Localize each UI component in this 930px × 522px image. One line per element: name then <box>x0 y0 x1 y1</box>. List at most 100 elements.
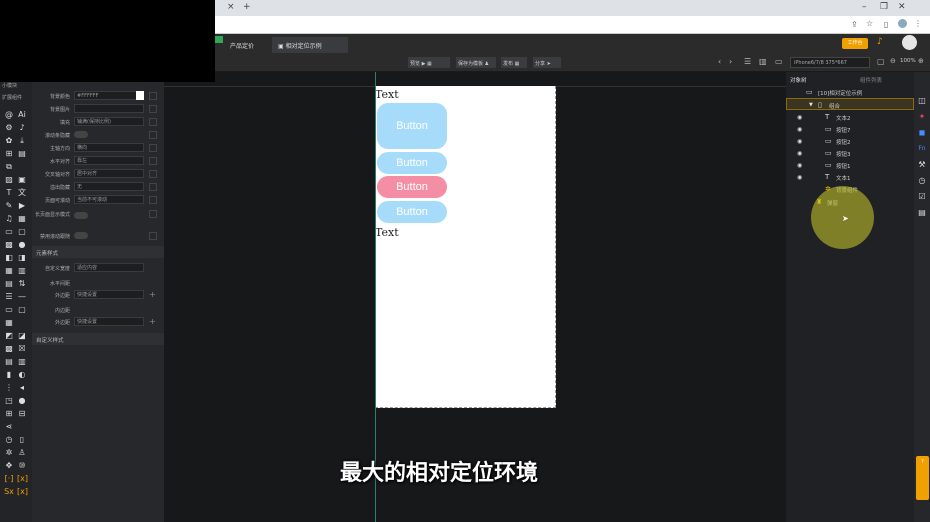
eye-icon[interactable]: ◉ <box>797 174 802 181</box>
eye-icon[interactable]: ◉ <box>797 150 802 157</box>
save-template-button[interactable]: 保存为模板 ♟ <box>456 57 496 68</box>
avatar[interactable] <box>898 19 907 28</box>
link-icon[interactable] <box>149 210 157 218</box>
sort-icon[interactable]: ⇅ <box>17 279 27 289</box>
share-icon[interactable]: ⇪ <box>851 20 858 29</box>
panel-a-icon[interactable]: ◩ <box>4 331 14 341</box>
close-window-icon[interactable]: ✕ <box>898 2 906 12</box>
margin-quick-select[interactable]: 快捷设置 <box>74 290 144 299</box>
redo-icon[interactable]: › <box>729 57 732 66</box>
check-icon[interactable]: ☑ <box>917 192 927 202</box>
button-element[interactable]: Button <box>377 152 447 174</box>
tool-icon[interactable]: ⚒ <box>917 160 927 170</box>
phone-page[interactable]: Text Button Button Button Button Text <box>375 86 556 408</box>
main-axis-select[interactable]: 横向 <box>74 143 144 152</box>
close-box-icon[interactable]: ☒ <box>17 344 27 354</box>
overflow-select[interactable]: 无 <box>74 182 144 191</box>
tree-item[interactable]: ◉ T 文本2 <box>786 111 914 123</box>
sidebar-icon[interactable]: ▯ <box>884 20 888 29</box>
share-button[interactable]: 分享 ➤ <box>533 57 561 68</box>
tree-item[interactable]: ◉ T 文本1 <box>786 171 914 183</box>
message-icon[interactable]: ◼ <box>917 128 927 138</box>
bracket-icon[interactable]: [·] <box>4 474 14 484</box>
table-icon[interactable]: ▤ <box>17 149 27 159</box>
plus-box-icon[interactable]: ⊞ <box>4 149 14 159</box>
window-icon[interactable]: ▢ <box>17 305 27 315</box>
scrollbar-toggle[interactable] <box>74 131 88 138</box>
eye-icon[interactable]: ◉ <box>797 126 802 133</box>
chat-icon[interactable]: ● <box>17 240 27 250</box>
move-icon[interactable]: ✥ <box>4 461 14 471</box>
link-icon[interactable] <box>149 196 157 204</box>
video-icon[interactable]: ▶ <box>17 201 27 211</box>
link-icon[interactable] <box>149 118 157 126</box>
tree-item[interactable]: ◉ ▭ 按钮7 <box>786 123 914 135</box>
h-align-select[interactable]: 靠左 <box>74 156 144 165</box>
tag-icon[interactable]: ◂ <box>17 383 27 393</box>
translate-icon[interactable]: 文 <box>17 188 27 198</box>
add-icon[interactable]: + <box>149 290 156 299</box>
minimize-icon[interactable]: – <box>862 2 867 12</box>
scroll-select[interactable]: 当前不可滚动 <box>74 195 144 204</box>
bracket-x2-icon[interactable]: [x] <box>17 487 28 497</box>
copy-icon[interactable]: ⧉ <box>4 162 14 172</box>
layout-left-icon[interactable]: ◧ <box>4 253 14 263</box>
eye-icon[interactable]: ◉ <box>797 114 802 121</box>
phone-icon[interactable]: ▯ <box>17 435 27 445</box>
link-icon[interactable] <box>149 92 157 100</box>
timer-icon[interactable]: ◷ <box>4 435 14 445</box>
doc-icon[interactable]: ▥ <box>17 357 27 367</box>
bug-icon[interactable]: ✲ <box>4 448 14 458</box>
link-icon[interactable] <box>149 131 157 139</box>
extension-label[interactable]: 扩展组件 <box>2 94 22 101</box>
tab-object-tree[interactable]: 对象树 <box>790 76 807 84</box>
tree-page-row[interactable]: ▭ [10]相对定位示例 <box>786 86 914 98</box>
download-icon[interactable]: ⤓ <box>17 136 27 146</box>
ai-icon[interactable]: Ai <box>17 110 27 120</box>
long-page-toggle[interactable] <box>74 212 88 219</box>
device-select[interactable]: iPhone6/7/8 375*667 <box>790 57 870 68</box>
columns-icon[interactable]: ▤ <box>4 279 14 289</box>
table-grid-icon[interactable]: ⊞ <box>4 409 14 419</box>
grid-a-icon[interactable]: ▦ <box>4 266 14 276</box>
bell-icon[interactable]: ♪ <box>877 37 883 47</box>
cross-axis-select[interactable]: 居中对齐 <box>74 169 144 178</box>
button-element[interactable]: Button <box>377 103 447 149</box>
text-element[interactable]: Text <box>375 88 399 101</box>
edit-icon[interactable]: ✎ <box>4 201 14 211</box>
preview-button[interactable]: 预览 ▶ ▦ <box>408 57 450 68</box>
at-icon[interactable]: @ <box>4 110 14 120</box>
tree-item[interactable]: ◉ ▭ 按钮1 <box>786 159 914 171</box>
fit-icon[interactable]: ▢ <box>877 57 885 66</box>
list-box-icon[interactable]: ▤ <box>4 357 14 367</box>
scroll-follow-toggle[interactable] <box>74 232 88 239</box>
clock-icon[interactable]: ◷ <box>917 176 927 186</box>
tab-relative-demo[interactable]: ▣ 相对定位示例 <box>272 37 348 53</box>
card-icon[interactable]: ▭ <box>4 305 14 315</box>
color-swatch[interactable] <box>136 91 144 100</box>
board-icon[interactable]: ▢ <box>17 227 27 237</box>
ten-icon[interactable]: ⑩ <box>17 461 27 471</box>
tree-group-row[interactable]: ▼ ▯ 组合 <box>786 98 914 110</box>
ai-assistant-icon[interactable]: ✦ <box>917 112 927 122</box>
workspace-badge[interactable]: 工作台 <box>842 38 868 49</box>
tree-item[interactable]: ◉ ▭ 按钮2 <box>786 135 914 147</box>
text-element[interactable]: Text <box>375 226 399 239</box>
chart-icon[interactable]: ▩ <box>4 344 14 354</box>
video-box-icon[interactable]: ▦ <box>17 214 27 224</box>
grid-b-icon[interactable]: ▥ <box>17 266 27 276</box>
panel-b-icon[interactable]: ◪ <box>17 331 27 341</box>
tree-icon[interactable]: ⊟ <box>17 409 27 419</box>
align-icon[interactable]: ☰ <box>744 57 751 66</box>
switch-icon[interactable]: ◐ <box>17 370 27 380</box>
link-icon[interactable] <box>149 144 157 152</box>
fill-select[interactable]: 铺满(保持比例) <box>74 117 144 126</box>
link-icon[interactable] <box>149 105 157 113</box>
picture-icon[interactable]: ▩ <box>4 240 14 250</box>
image-icon[interactable]: ▨ <box>4 175 14 185</box>
tab-component-list[interactable]: 组件列表 <box>860 76 882 84</box>
tab-close-icon[interactable]: × <box>227 2 235 12</box>
slider-icon[interactable]: ▮ <box>4 370 14 380</box>
list-icon[interactable]: ☰ <box>4 292 14 302</box>
padding-quick-select[interactable]: 快捷设置 <box>74 317 144 326</box>
